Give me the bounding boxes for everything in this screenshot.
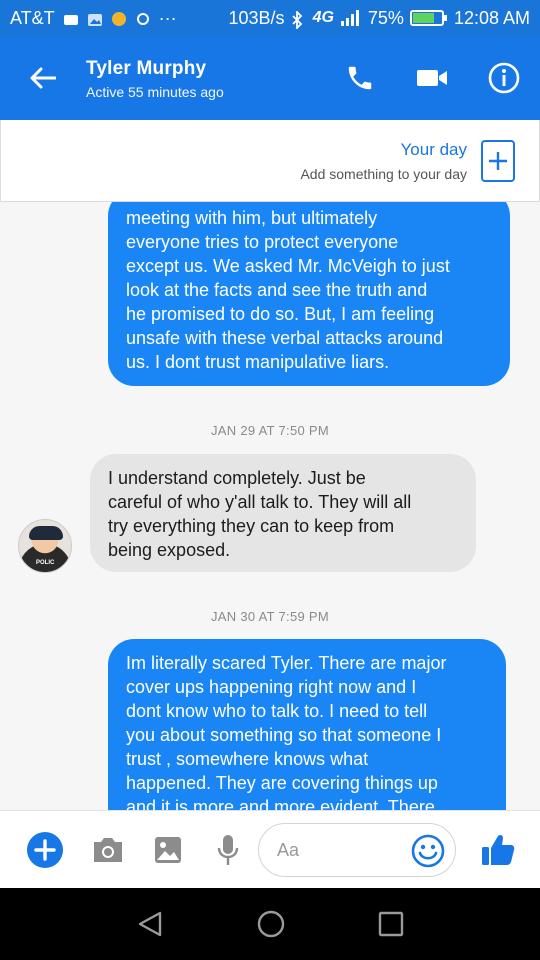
- conversation-header: Tyler Murphy Active 55 minutes ago: [0, 36, 540, 120]
- message-line: you about something so that someone I: [126, 725, 442, 745]
- network-speed: 103B/s: [228, 7, 285, 28]
- voice-call-button[interactable]: [324, 36, 396, 120]
- camera-icon: [94, 838, 122, 862]
- settings-notification-icon: [135, 11, 151, 25]
- message-bubble-outgoing[interactable]: meeting with him, but ultimately everyon…: [108, 202, 510, 386]
- message-line: happened. They are covering things up: [126, 773, 438, 793]
- timestamp: JAN 29 AT 7:50 PM: [210, 423, 330, 438]
- more-actions-button[interactable]: [25, 830, 65, 870]
- emoji-icon[interactable]: [411, 834, 445, 868]
- message-line: and it is more and more evident. There: [126, 797, 435, 810]
- message-line: meeting with him, but ultimately: [126, 208, 378, 228]
- clock: 12:08 AM: [453, 7, 530, 28]
- home-nav-icon[interactable]: [256, 909, 286, 939]
- app-notification-icon: [111, 11, 127, 26]
- image-icon: [155, 837, 181, 863]
- message-line: cover ups happening right now and I: [126, 677, 417, 697]
- plus-icon: [489, 152, 507, 170]
- message-input[interactable]: Aa: [258, 823, 456, 877]
- like-button[interactable]: [478, 830, 518, 870]
- message-line: Im literally scared Tyler. There are maj…: [126, 653, 447, 673]
- message-line: try everything they can to keep from: [108, 516, 395, 536]
- contact-name: Tyler Murphy: [86, 58, 207, 79]
- your-day-title: Your day: [400, 140, 467, 159]
- battery-icon: [409, 10, 447, 26]
- message-input-placeholder: Aa: [277, 840, 300, 860]
- video-camera-icon: [417, 70, 447, 86]
- message-composer: Aa: [0, 810, 540, 888]
- recent-apps-nav-icon[interactable]: [378, 911, 404, 937]
- system-navigation-bar: [0, 888, 540, 960]
- avatar[interactable]: POLIC: [18, 519, 72, 573]
- plus-circle-icon: [27, 832, 63, 868]
- thumbs-up-icon: [482, 834, 515, 865]
- info-icon: [488, 62, 520, 94]
- phone-icon: [348, 66, 372, 90]
- camera-button[interactable]: [88, 830, 128, 870]
- message-line: I understand completely. Just be: [108, 468, 366, 488]
- message-line: careful of who y'all talk to. They will …: [108, 492, 412, 512]
- back-arrow-icon: [30, 67, 56, 89]
- signal-icon: [340, 9, 362, 27]
- message-bubble-outgoing[interactable]: Im literally scared Tyler. There are maj…: [108, 639, 506, 810]
- gallery-notification-icon: [87, 11, 103, 26]
- message-line: trust , somewhere knows what: [126, 749, 369, 769]
- message-line: except us. We asked Mr. McVeigh to just: [126, 256, 450, 276]
- more-notifications-icon: ···: [158, 7, 177, 28]
- carrier-label: AT&T: [10, 7, 55, 28]
- message-line: being exposed.: [108, 540, 231, 560]
- message-line: everyone tries to protect everyone: [126, 232, 399, 252]
- video-call-button[interactable]: [396, 36, 468, 120]
- microphone-icon: [217, 835, 239, 865]
- contact-info[interactable]: Tyler Murphy Active 55 minutes ago: [86, 56, 324, 100]
- message-bubble-incoming[interactable]: I understand completely. Just be careful…: [90, 454, 476, 572]
- message-line: look at the facts and see the truth and: [126, 280, 428, 300]
- your-day-subtitle: Add something to your day: [300, 166, 467, 182]
- timestamp: JAN 30 AT 7:59 PM: [210, 609, 330, 624]
- your-day-banner[interactable]: Your day Add something to your day: [0, 120, 540, 202]
- notification-icon: [63, 11, 79, 25]
- avatar-badge-text: POLIC: [36, 560, 55, 566]
- message-line: unsafe with these verbal attacks around: [126, 328, 444, 348]
- message-thread[interactable]: meeting with him, but ultimately everyon…: [0, 202, 540, 810]
- back-nav-icon[interactable]: [136, 910, 164, 938]
- add-to-day-button[interactable]: [481, 140, 515, 182]
- status-bar: AT&T ··· 103B/s 4G 75% 12:08 AM: [0, 0, 540, 36]
- presence-status: Active 55 minutes ago: [86, 84, 224, 100]
- voice-message-button[interactable]: [208, 830, 248, 870]
- network-type: 4G: [312, 9, 334, 26]
- conversation-info-button[interactable]: [468, 36, 540, 120]
- back-button[interactable]: [0, 36, 86, 120]
- message-line: dont know who to talk to. I need to tell: [126, 701, 428, 721]
- message-line: he promised to do so. But, I am feeling: [126, 304, 435, 324]
- message-line: us. I dont trust manipulative liars.: [126, 352, 390, 372]
- gallery-button[interactable]: [148, 830, 188, 870]
- bluetooth-icon: [291, 9, 307, 31]
- battery-percent: 75%: [367, 7, 404, 28]
